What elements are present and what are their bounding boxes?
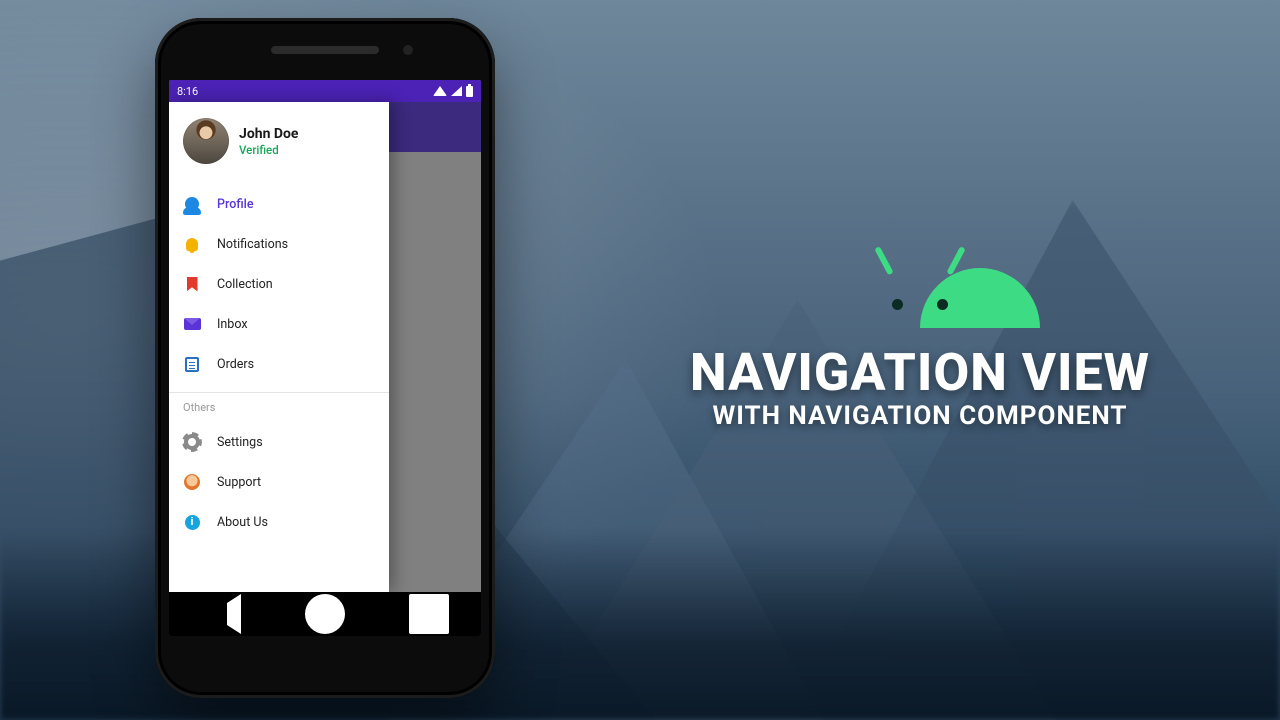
drawer-item-label: Collection	[217, 277, 273, 292]
hero: NAVIGATION VIEW WITH NAVIGATION COMPONEN…	[600, 250, 1240, 431]
drawer-item-inbox[interactable]: Inbox	[169, 304, 389, 344]
drawer-item-profile[interactable]: Profile	[169, 184, 389, 224]
drawer-item-support[interactable]: Support	[169, 462, 389, 502]
drawer-item-label: Orders	[217, 357, 254, 372]
drawer-item-label: Notifications	[217, 237, 288, 252]
hero-title: NAVIGATION VIEW	[600, 342, 1240, 403]
phone-sensor	[403, 45, 413, 55]
drawer-item-notifications[interactable]: Notifications	[169, 224, 389, 264]
phone-screen: 8:16 John Doe Verified Profile	[169, 80, 481, 636]
square-recent-icon	[409, 594, 449, 634]
phone-frame: 8:16 John Doe Verified Profile	[155, 18, 495, 698]
drawer-item-label: Profile	[217, 197, 254, 212]
drawer-section-label: Others	[169, 393, 389, 416]
drawer-menu-secondary: Settings Support i About Us	[169, 416, 389, 544]
drawer-item-about[interactable]: i About Us	[169, 502, 389, 542]
drawer-item-orders[interactable]: Orders	[169, 344, 389, 384]
wifi-icon	[433, 86, 447, 96]
info-icon: i	[183, 513, 201, 531]
cell-signal-icon	[451, 86, 462, 96]
bookmark-icon	[183, 275, 201, 293]
statusbar: 8:16	[169, 80, 481, 102]
android-logo-icon	[860, 250, 980, 328]
drawer-item-collection[interactable]: Collection	[169, 264, 389, 304]
user-status: Verified	[239, 143, 298, 157]
battery-icon	[466, 86, 473, 97]
mail-icon	[183, 315, 201, 333]
drawer-item-label: Inbox	[217, 317, 248, 332]
drawer-item-label: Support	[217, 475, 261, 490]
user-name: John Doe	[239, 126, 298, 142]
person-icon	[183, 195, 201, 213]
statusbar-time: 8:16	[177, 85, 198, 98]
drawer-item-label: Settings	[217, 435, 263, 450]
bell-icon	[183, 235, 201, 253]
drawer-menu-primary: Profile Notifications Collection Inbox O…	[169, 178, 389, 386]
gear-icon	[183, 433, 201, 451]
phone-earpiece	[271, 46, 379, 54]
hero-subtitle: WITH NAVIGATION COMPONENT	[600, 401, 1240, 431]
navigation-drawer[interactable]: John Doe Verified Profile Notifications …	[169, 102, 389, 592]
drawer-item-label: About Us	[217, 515, 268, 530]
avatar[interactable]	[183, 118, 229, 164]
nav-recent-button[interactable]	[409, 594, 449, 634]
drawer-item-settings[interactable]: Settings	[169, 422, 389, 462]
support-icon	[183, 473, 201, 491]
nav-home-button[interactable]	[305, 594, 345, 634]
nav-back-button[interactable]	[201, 594, 241, 634]
orders-icon	[183, 355, 201, 373]
circle-home-icon	[305, 594, 345, 634]
system-navbar	[169, 592, 481, 636]
drawer-header: John Doe Verified	[169, 102, 389, 178]
triangle-back-icon	[201, 594, 241, 634]
